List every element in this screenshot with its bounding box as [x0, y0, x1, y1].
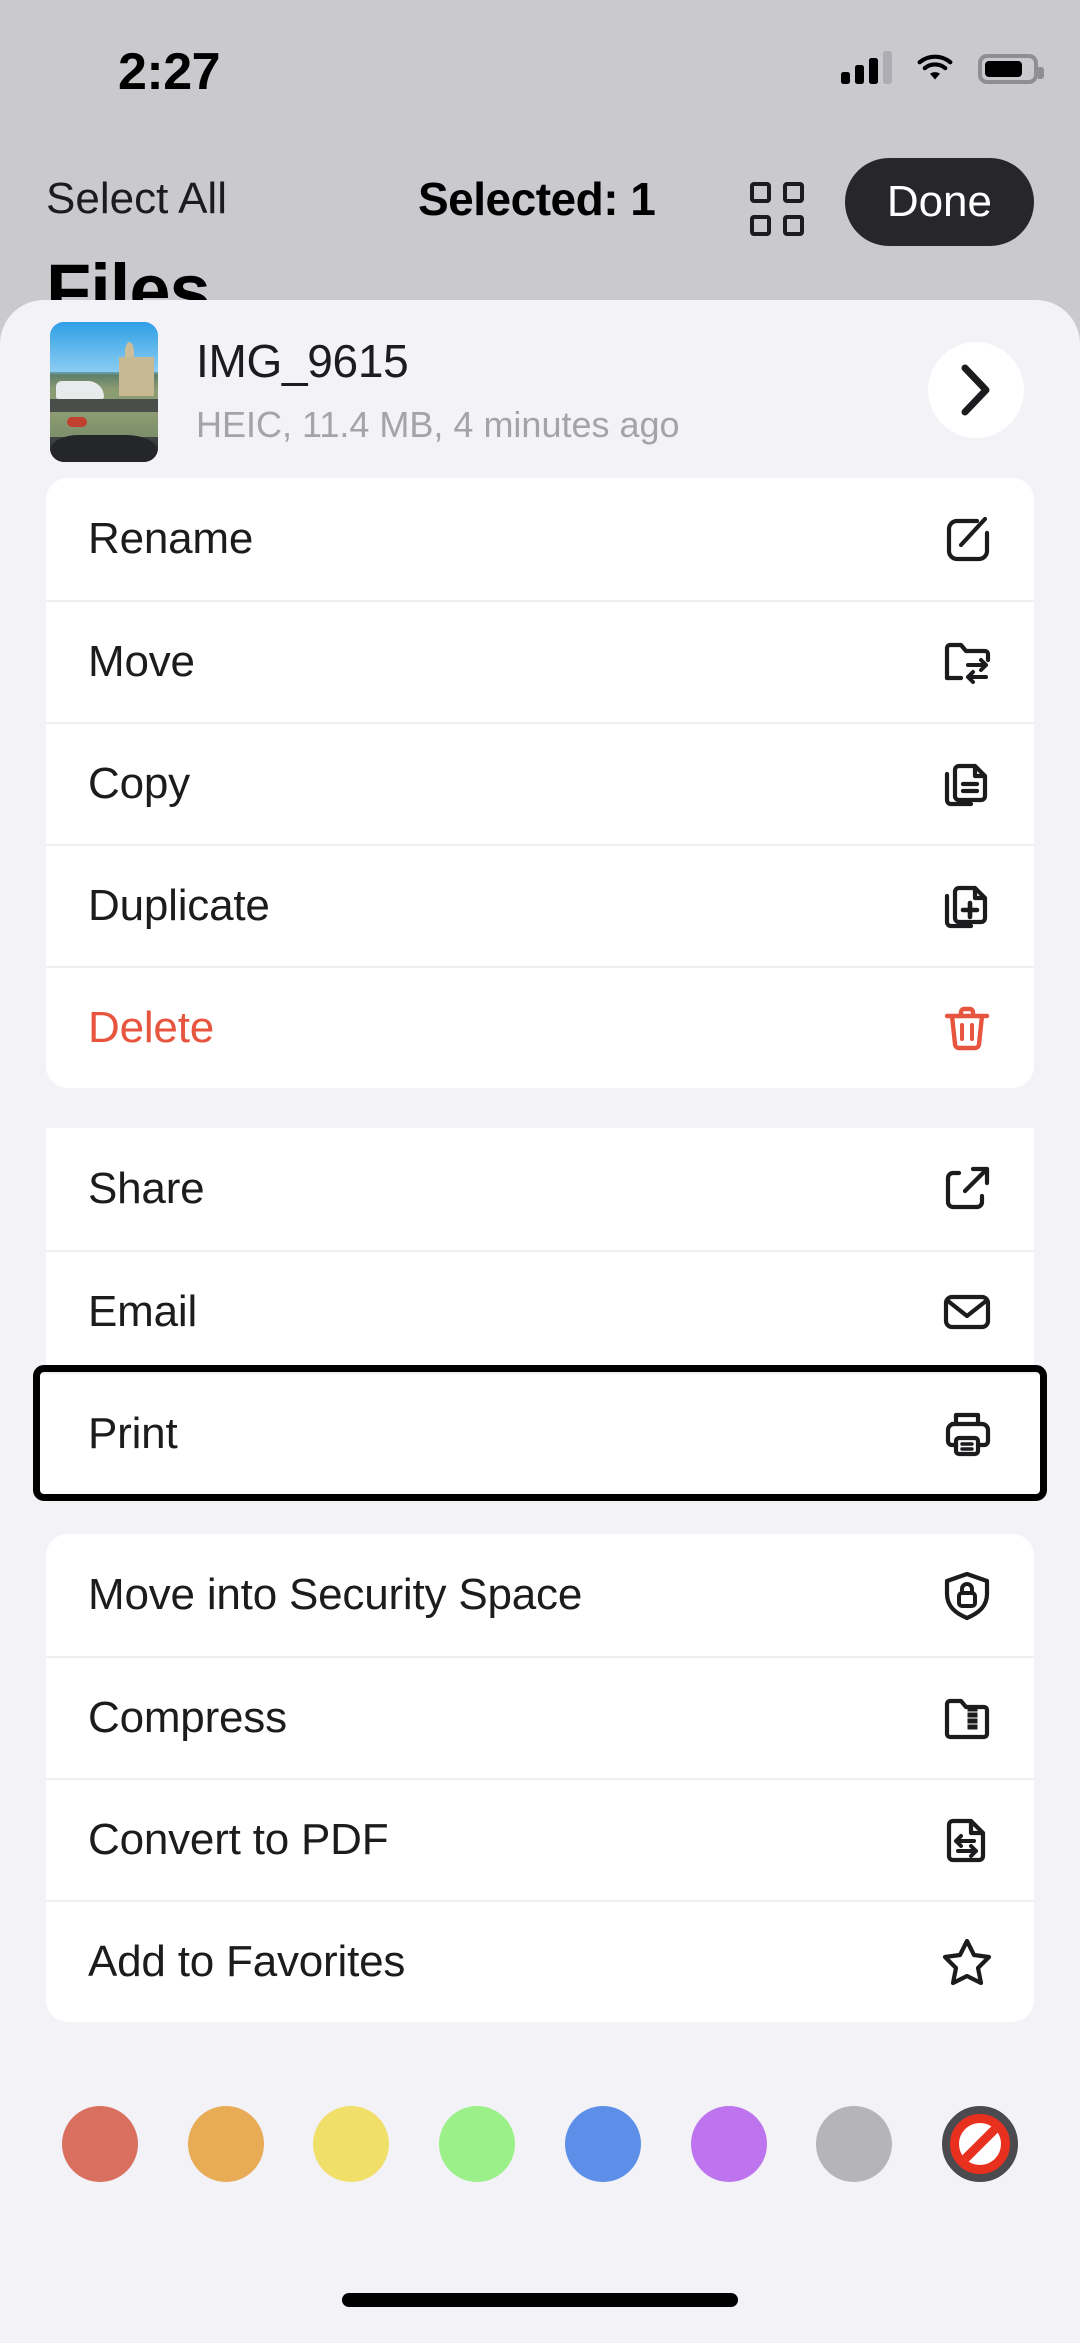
tag-green[interactable] — [439, 2106, 516, 2182]
menu-item-move-into-security-space[interactable]: Move into Security Space — [46, 1534, 1034, 1656]
selected-count-label: Selected: 1 — [418, 173, 656, 225]
grid-view-icon[interactable] — [750, 182, 804, 236]
menu-item-label: Move into Security Space — [88, 1570, 583, 1619]
menu-item-label: Copy — [88, 759, 190, 808]
tag-yellow[interactable] — [313, 2106, 390, 2182]
status-bar: 2:27 — [0, 0, 1080, 135]
file-name: IMG_9615 — [196, 335, 409, 387]
copy-documents-icon — [938, 755, 996, 813]
menu-item-label: Compress — [88, 1693, 287, 1742]
menu-item-copy[interactable]: Copy — [46, 722, 1034, 844]
tag-none[interactable] — [941, 2106, 1018, 2182]
menu-item-rename[interactable]: Rename — [46, 478, 1034, 600]
file-header: IMG_9615 HEIC, 11.4 MB, 4 minutes ago — [0, 300, 1080, 478]
status-bar-time: 2:27 — [118, 43, 221, 101]
star-outline-icon — [938, 1933, 996, 1991]
document-convert-icon — [938, 1811, 996, 1869]
menu-item-label: Move — [88, 637, 195, 686]
zip-folder-icon — [938, 1689, 996, 1747]
chevron-right-icon[interactable] — [928, 342, 1024, 438]
menu-item-label: Delete — [88, 1003, 214, 1052]
tag-color-picker — [0, 2062, 1080, 2182]
menu-item-email[interactable]: Email — [46, 1250, 1034, 1372]
menu-item-label: Email — [88, 1287, 198, 1336]
photo-thumbnail — [50, 322, 158, 462]
selection-toolbar: Select All Selected: 1 Done — [0, 148, 1080, 260]
tag-orange[interactable] — [187, 2106, 264, 2182]
trash-icon — [938, 999, 996, 1057]
menu-item-label: Share — [88, 1164, 205, 1213]
battery-icon — [978, 54, 1044, 84]
menu-item-duplicate[interactable]: Duplicate — [46, 844, 1034, 966]
menu-item-label: Print — [88, 1409, 178, 1458]
iphone-screen: 2:27 Select All Selected: 1 Done Files I… — [0, 0, 1080, 2343]
menu-item-label: Duplicate — [88, 881, 270, 930]
tag-gray[interactable] — [816, 2106, 893, 2182]
menu-groups: Rename Move Copy Duplicate Delete Share Email P… — [0, 478, 1080, 2062]
duplicate-icon — [938, 877, 996, 935]
select-all-button[interactable]: Select All — [46, 174, 227, 224]
menu-group-file-actions: Rename Move Copy Duplicate Delete — [46, 478, 1034, 1088]
menu-item-convert-to-pdf[interactable]: Convert to PDF — [46, 1778, 1034, 1900]
menu-item-share[interactable]: Share — [46, 1128, 1034, 1250]
menu-item-add-to-favorites[interactable]: Add to Favorites — [46, 1900, 1034, 2022]
menu-item-label: Rename — [88, 514, 254, 563]
status-bar-indicators — [841, 50, 1044, 84]
shield-lock-icon — [938, 1566, 996, 1624]
wifi-icon — [917, 54, 953, 80]
pencil-square-icon — [938, 510, 996, 568]
menu-item-delete[interactable]: Delete — [46, 966, 1034, 1088]
cellular-signal-icon — [841, 50, 892, 84]
envelope-icon — [938, 1283, 996, 1341]
printer-icon — [938, 1405, 996, 1463]
menu-item-print[interactable]: Print — [33, 1365, 1047, 1501]
menu-item-compress[interactable]: Compress — [46, 1656, 1034, 1778]
tag-blue[interactable] — [564, 2106, 641, 2182]
tag-red[interactable] — [62, 2106, 138, 2182]
action-sheet: IMG_9615 HEIC, 11.4 MB, 4 minutes ago Re… — [0, 300, 1080, 2343]
menu-item-label: Add to Favorites — [88, 1937, 406, 1986]
share-arrow-icon — [938, 1160, 996, 1218]
menu-group-organize-actions: Move into Security Space Compress Convert … — [46, 1534, 1034, 2022]
menu-item-move[interactable]: Move — [46, 600, 1034, 722]
home-indicator — [342, 2293, 738, 2307]
menu-group-share-actions: Share Email Print — [33, 1128, 1047, 1501]
tag-purple[interactable] — [690, 2106, 767, 2182]
done-button[interactable]: Done — [844, 158, 1034, 246]
file-meta: HEIC, 11.4 MB, 4 minutes ago — [196, 404, 680, 445]
menu-item-label: Convert to PDF — [88, 1815, 389, 1864]
folder-move-icon — [938, 633, 996, 691]
